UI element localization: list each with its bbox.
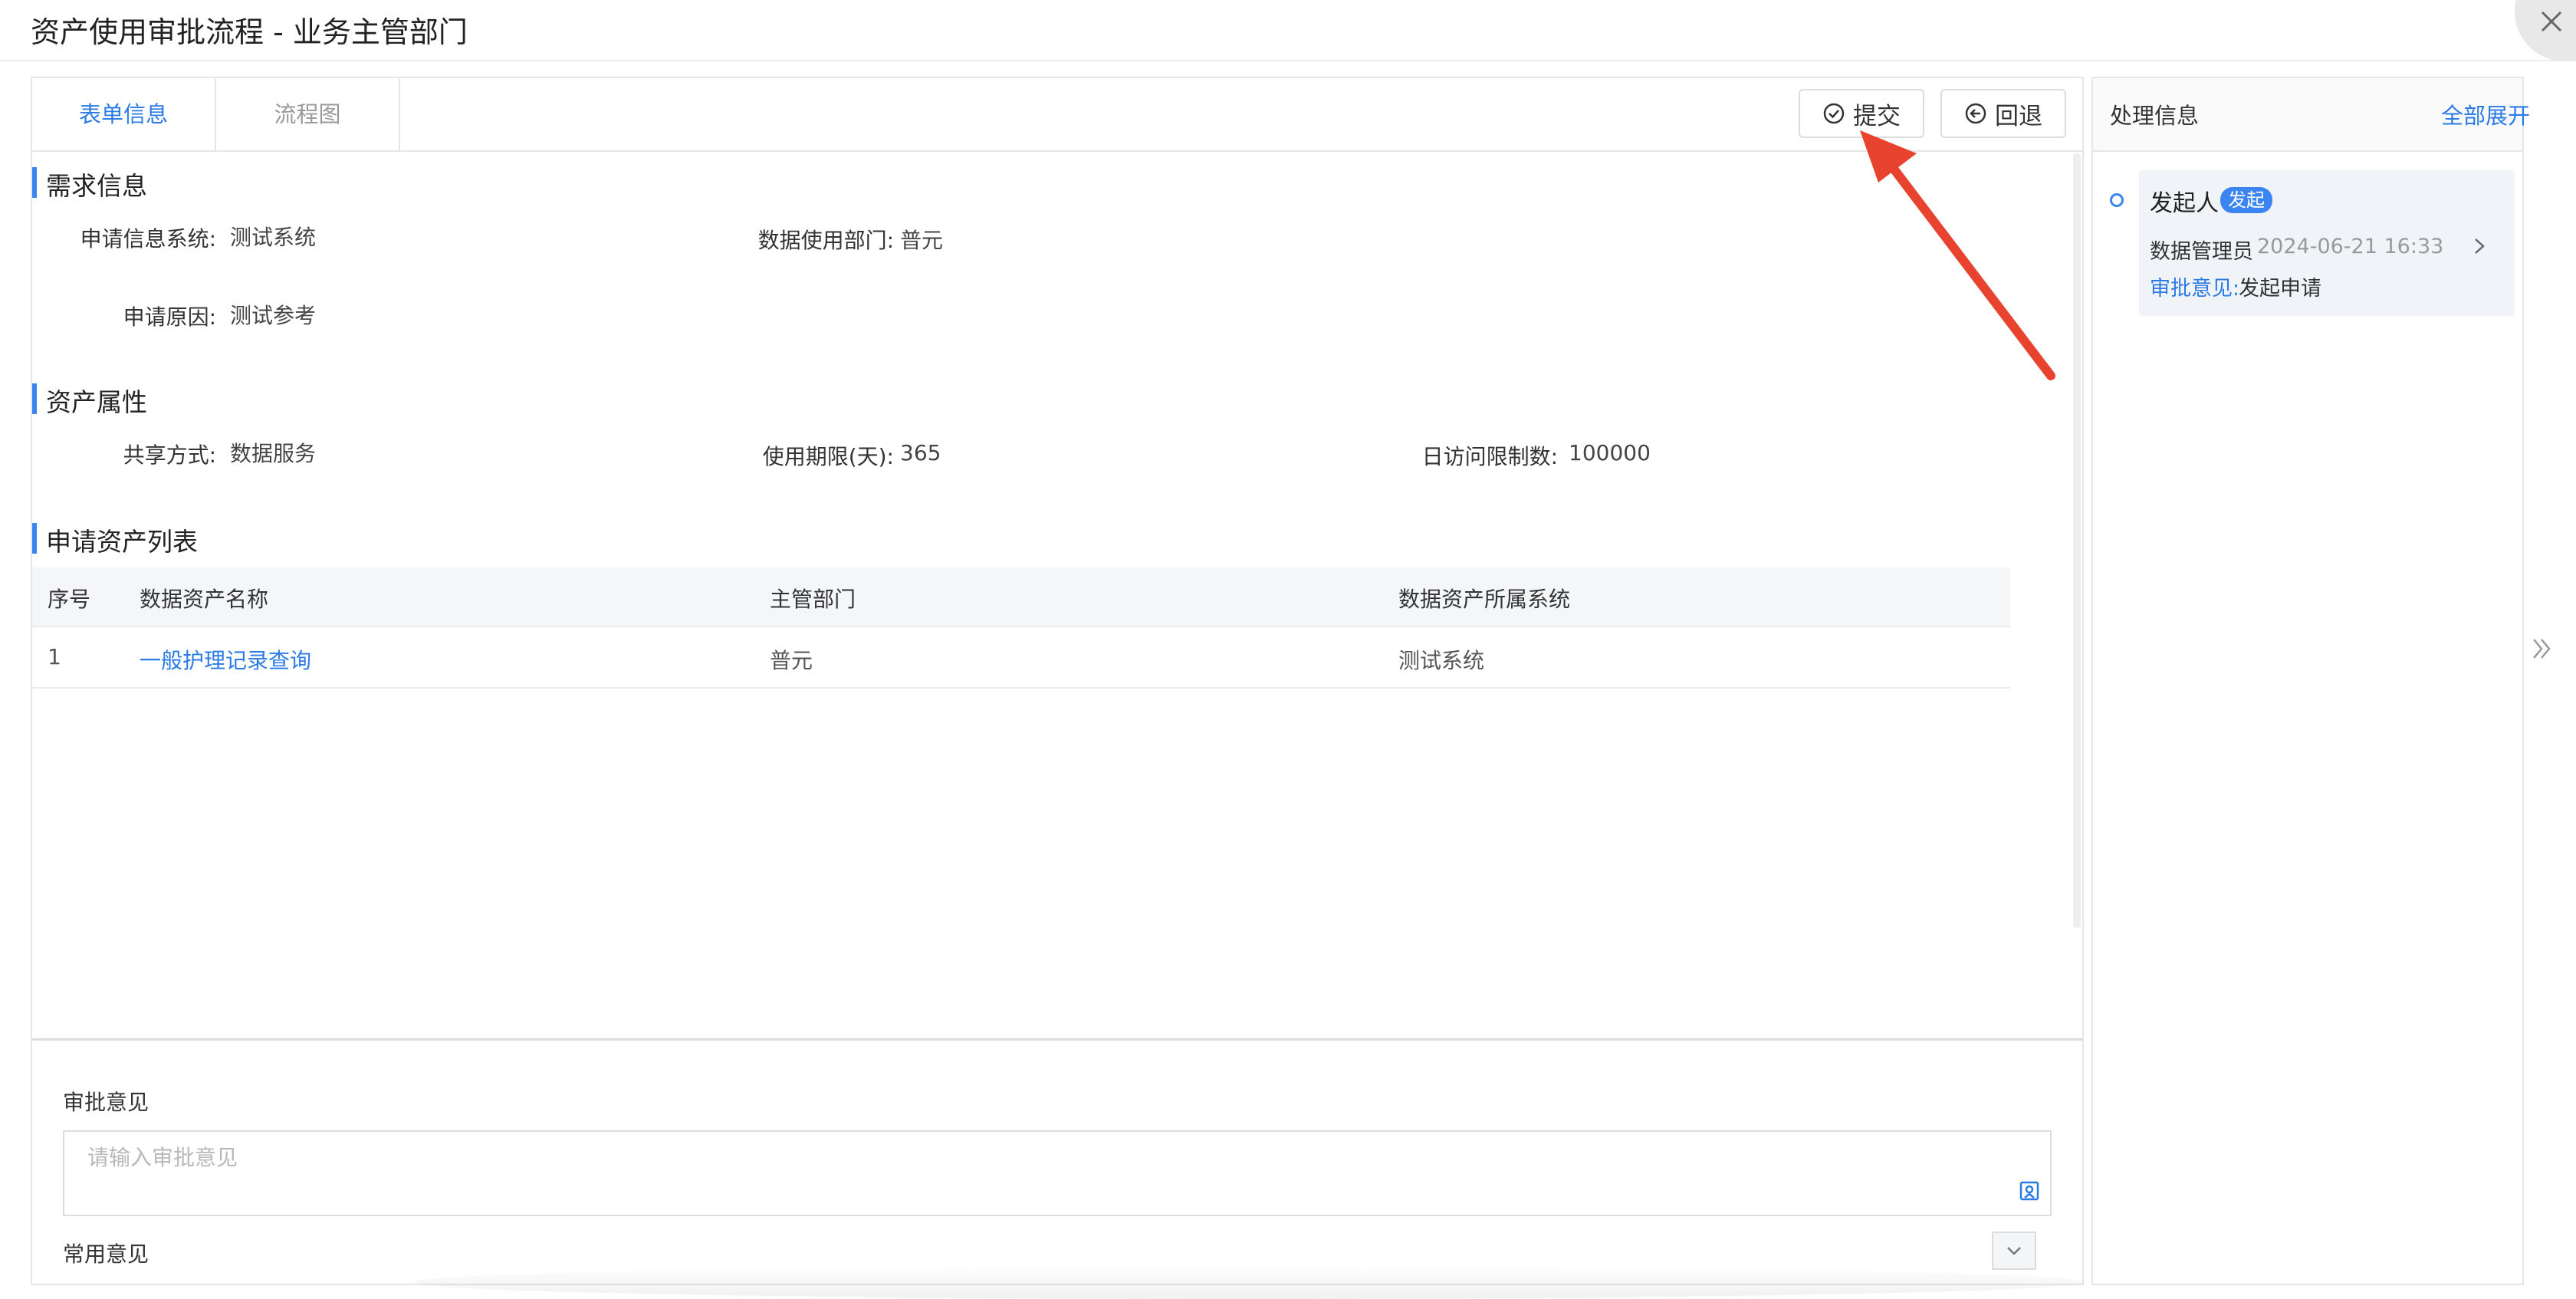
table-cell-index: 1 — [48, 644, 61, 669]
table-header-system: 数据资产所属系统 — [1398, 587, 1571, 612]
reason-value: 测试参考 — [230, 303, 317, 328]
section-title-asset: 资产属性 — [46, 387, 147, 417]
tab-flow-chart[interactable]: 流程图 — [216, 78, 400, 150]
bottom-shadow — [414, 1265, 2085, 1299]
back-circle-icon — [1965, 103, 1986, 124]
process-info-title: 处理信息 — [2110, 103, 2200, 129]
common-opinion-dropdown[interactable] — [1992, 1232, 2036, 1270]
check-circle-icon — [1823, 103, 1845, 124]
table-row — [32, 627, 2010, 689]
dept-value: 普元 — [900, 228, 944, 253]
asset-name-link[interactable]: 一般护理记录查询 — [140, 644, 311, 675]
node-opinion-value: 发起申请 — [2239, 277, 2321, 301]
timeline-dot — [2110, 193, 2124, 207]
period-value: 365 — [900, 440, 941, 465]
annotation-arrow — [1860, 130, 2055, 380]
modal-title: 资产使用审批流程 - 业务主管部门 — [31, 15, 468, 49]
opinion-divider — [32, 1038, 2082, 1041]
section-marker — [32, 523, 37, 554]
node-timestamp: 2024-06-21 16:33 — [2257, 235, 2444, 258]
close-icon[interactable] — [2536, 6, 2567, 37]
common-opinion-label: 常用意见 — [63, 1241, 150, 1267]
tab-form-info[interactable]: 表单信息 — [32, 78, 216, 150]
node-role: 发起人 — [2150, 190, 2219, 217]
vertical-scrollbar[interactable] — [2073, 153, 2081, 928]
system-value: 测试系统 — [230, 225, 317, 250]
section-title-list: 申请资产列表 — [46, 527, 198, 557]
limit-value: 100000 — [1569, 440, 1651, 465]
table-cell-dept: 普元 — [770, 648, 813, 673]
share-value: 数据服务 — [230, 441, 317, 466]
chevron-down-icon — [2007, 1247, 2021, 1255]
opinion-textarea[interactable] — [63, 1130, 2052, 1216]
expand-all-link[interactable]: 全部展开 — [2441, 98, 2530, 130]
section-marker — [32, 167, 37, 198]
node-user: 数据管理员 — [2150, 240, 2253, 264]
table-header-dept: 主管部门 — [770, 587, 856, 612]
table-header-asset-name: 数据资产名称 — [140, 587, 269, 612]
section-marker — [32, 383, 37, 414]
chevron-right-icon[interactable] — [2470, 235, 2489, 258]
bookmark-icon[interactable] — [2018, 1179, 2041, 1202]
reason-label: 申请原因: — [123, 304, 216, 330]
system-label: 申请信息系统: — [80, 226, 216, 252]
period-label: 使用期限(天): — [762, 444, 894, 469]
double-chevron-right-icon[interactable] — [2530, 635, 2553, 663]
table-header-index: 序号 — [48, 587, 91, 612]
node-status-badge: 发起 — [2220, 187, 2272, 213]
opinion-label: 审批意见 — [63, 1090, 150, 1115]
share-label: 共享方式: — [123, 442, 216, 468]
node-opinion-label: 审批意见: — [2150, 277, 2240, 301]
table-cell-system: 测试系统 — [1398, 648, 1485, 673]
dept-label: 数据使用部门: — [757, 228, 894, 253]
section-title-demand: 需求信息 — [46, 171, 147, 201]
table-header — [32, 567, 2010, 627]
limit-label: 日访问限制数: — [1421, 444, 1558, 469]
title-divider — [0, 60, 2576, 61]
